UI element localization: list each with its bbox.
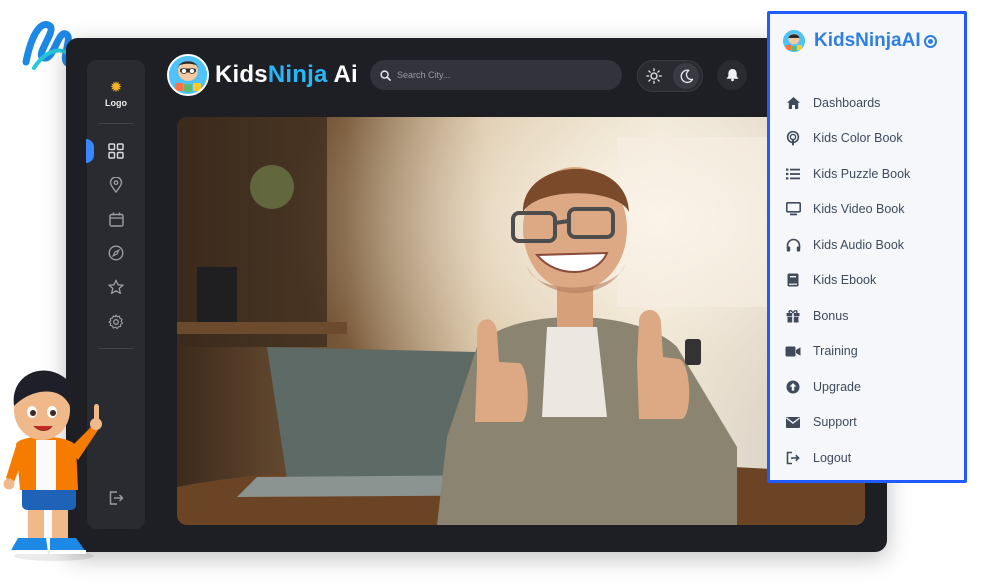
logo-sun-icon: ✹ (109, 79, 123, 96)
side-menu-panel: KidsNinjaAI Dashboards Kids Color Book K… (767, 11, 967, 483)
headphones-icon (785, 237, 801, 253)
marketing-stage: ✹ Logo KidsNinja Ai Search City... KidsN… (0, 0, 981, 588)
menu-item-label: Kids Ebook (813, 273, 877, 288)
search-input[interactable] (397, 70, 597, 80)
hero-photo (177, 117, 865, 525)
envelope-icon (785, 414, 801, 430)
brand-name-part3: Ai (333, 61, 358, 88)
rail-logo-label: Logo (105, 98, 127, 108)
menu-item-dashboards[interactable]: Dashboards (770, 85, 964, 121)
bell-icon[interactable] (717, 60, 747, 90)
menu-item-kids-video-book[interactable]: Kids Video Book (770, 192, 964, 228)
ninja-mascot-badge-icon (167, 54, 209, 96)
kid-mascot-illustration (3, 370, 102, 561)
menu-item-label: Kids Puzzle Book (813, 166, 911, 181)
menu-item-label: Support (813, 415, 857, 430)
menu-item-training[interactable]: Training (770, 334, 964, 370)
compass-icon[interactable] (104, 241, 128, 265)
grid-icon[interactable] (104, 139, 128, 163)
menu-item-support[interactable]: Support (770, 405, 964, 441)
menu-title: KidsNinjaAI (814, 30, 921, 51)
rail-logo[interactable]: ✹ Logo (87, 79, 145, 109)
calendar-icon[interactable] (104, 207, 128, 231)
book-icon (785, 272, 801, 288)
menu-item-bonus[interactable]: Bonus (770, 298, 964, 334)
menu-item-kids-audio-book[interactable]: Kids Audio Book (770, 227, 964, 263)
menu-header: KidsNinjaAI (783, 30, 937, 52)
gift-icon (785, 308, 801, 324)
menu-logo-icon[interactable] (783, 30, 805, 52)
video-camera-icon (785, 343, 801, 359)
menu-item-label: Kids Video Book (813, 202, 905, 217)
theme-toggle[interactable] (637, 60, 703, 92)
settings-icon[interactable] (104, 310, 128, 334)
brand-name: KidsNinja Ai (215, 61, 358, 89)
menu-item-kids-color-book[interactable]: Kids Color Book (770, 121, 964, 157)
brand-logo[interactable]: KidsNinja Ai (167, 54, 358, 96)
menu-item-kids-puzzle-book[interactable]: Kids Puzzle Book (770, 156, 964, 192)
menu-item-label: Dashboards (813, 95, 881, 110)
list-icon (785, 166, 801, 182)
star-icon[interactable] (104, 275, 128, 299)
menu-item-upgrade[interactable]: Upgrade (770, 369, 964, 405)
search-icon (380, 69, 391, 81)
menu-item-label: Bonus (813, 308, 849, 323)
rail-divider (99, 348, 133, 349)
rail-divider (99, 123, 133, 124)
menu-item-logout[interactable]: Logout (770, 440, 964, 476)
brand-name-part1: Kids (215, 61, 268, 88)
menu-item-label: Kids Color Book (813, 131, 903, 146)
brand-name-part2: Ninja (267, 61, 328, 88)
monitor-icon (785, 201, 801, 217)
menu-item-label: Upgrade (813, 379, 861, 394)
menu-item-kids-ebook[interactable]: Kids Ebook (770, 263, 964, 299)
menu-item-label: Kids Audio Book (813, 237, 905, 252)
menu-item-label: Logout (813, 450, 852, 465)
man-thumbs-up-illustration (177, 117, 865, 525)
radio-circle-icon[interactable] (923, 34, 937, 48)
home-icon (785, 95, 801, 111)
sun-icon[interactable] (641, 63, 667, 89)
podcast-icon (785, 130, 801, 146)
moon-icon[interactable] (673, 63, 699, 89)
menu-list: Dashboards Kids Color Book Kids Puzzle B… (770, 85, 964, 476)
sign-out-icon (785, 450, 801, 466)
menu-item-label: Training (813, 344, 858, 359)
arrow-up-circle-icon (785, 379, 801, 395)
search-bar[interactable] (370, 60, 622, 90)
location-pin-icon[interactable] (104, 173, 128, 197)
